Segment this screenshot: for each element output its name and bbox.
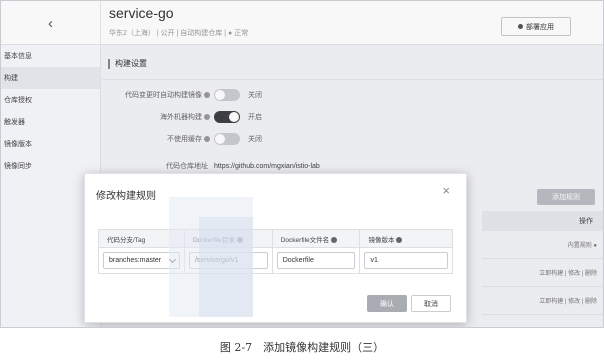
- column-header-branch: 代码分支/Tag: [98, 229, 185, 248]
- column-label: Dockerfile目录: [192, 236, 235, 244]
- help-icon: [396, 236, 403, 243]
- column-label: 镜像版本: [368, 236, 395, 244]
- edit-build-rule-dialog: 修改构建规则 × 代码分支/Tag Dockerfile目录 Dockerfil…: [84, 173, 467, 323]
- table-row: branches:master /service/go/v1 Dockerfil…: [98, 247, 453, 274]
- dockerfile-name-value: Dockerfile: [282, 257, 314, 264]
- column-header-dockerfile-name: Dockerfile文件名: [271, 229, 361, 248]
- column-label: Dockerfile文件名: [280, 236, 330, 244]
- image-version-value: v1: [370, 257, 378, 264]
- confirm-button[interactable]: 确认: [367, 295, 407, 312]
- help-icon: [331, 236, 338, 243]
- column-header-image-version: 镜像版本: [359, 229, 453, 248]
- close-icon[interactable]: ×: [442, 184, 450, 197]
- column-header-dockerfile-dir: Dockerfile目录: [183, 229, 273, 248]
- figure-caption: 图 2-7 添加镜像构建规则（三）: [219, 341, 385, 354]
- dockerfile-dir-input[interactable]: /service/go/v1: [188, 252, 268, 269]
- dockerfile-name-input[interactable]: Dockerfile: [276, 252, 356, 269]
- dockerfile-dir-value: /service/go/v1: [194, 257, 239, 264]
- help-icon: [236, 236, 243, 243]
- chevron-down-icon: [168, 255, 176, 263]
- build-rule-table: 代码分支/Tag Dockerfile目录 Dockerfile文件名 镜像版本…: [98, 229, 453, 274]
- cancel-button[interactable]: 取消: [411, 295, 451, 312]
- branch-value: branches:master: [109, 257, 162, 264]
- dialog-title: 修改构建规则: [96, 191, 156, 202]
- image-version-input[interactable]: v1: [364, 252, 448, 269]
- app-screen: ‹ service-go 华东2（上海） | 公开 | 自动构建仓库 | ● 正…: [0, 0, 604, 328]
- column-label: 代码分支/Tag: [107, 236, 146, 244]
- branch-select[interactable]: branches:master: [103, 252, 180, 269]
